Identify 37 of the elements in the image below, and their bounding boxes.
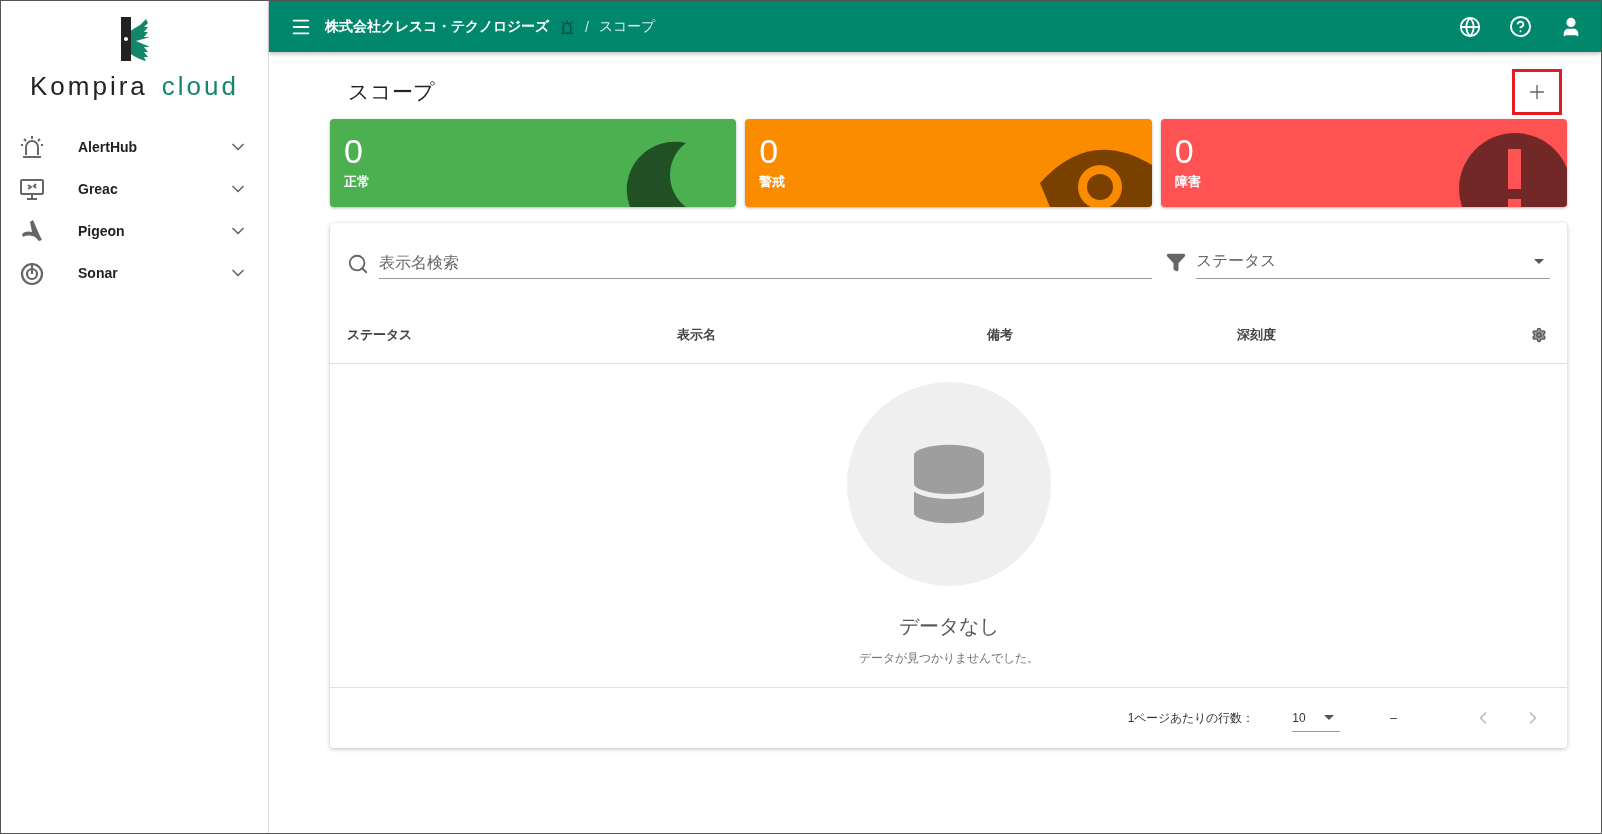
globe-icon (1459, 15, 1481, 38)
breadcrumb-separator: / (585, 18, 589, 35)
status-select[interactable]: ステータス (1196, 245, 1550, 279)
rows-per-page-label: 1ページあたりの行数： (1127, 709, 1255, 727)
breadcrumb-item: スコープ (598, 17, 655, 36)
sidebar-item[interactable]: Pigeon (1, 210, 268, 252)
column-header: ステータス (347, 326, 413, 344)
siren-icon (19, 134, 45, 160)
wing-icon (19, 218, 45, 244)
empty-title: データなし (898, 614, 999, 639)
rows-per-page-select[interactable]: 10 (1292, 704, 1341, 732)
page-range: – (1390, 711, 1397, 725)
empty-message: データが見つかりませんでした。 (858, 650, 1039, 667)
add-button[interactable] (1512, 68, 1562, 115)
filter-icon (1166, 252, 1186, 272)
siren-icon (559, 18, 575, 35)
breadcrumb-item[interactable]: 株式会社クレスコ・テクノロジーズ (325, 17, 549, 36)
status-label: 障害 (1174, 173, 1202, 191)
monitor-icon (19, 176, 45, 202)
column-header: 表示名 (677, 326, 717, 344)
help-icon (1509, 15, 1532, 38)
column-header: 深刻度 (1237, 326, 1277, 344)
column-header: 備考 (987, 326, 1014, 344)
status-count: 0 (1174, 133, 1195, 169)
sidebar-item[interactable]: Sonar (1, 252, 268, 294)
sidebar-item[interactable]: AlertHub (1, 126, 268, 168)
sidebar-item[interactable]: Greac (1, 168, 268, 210)
status-label: 正常 (344, 173, 371, 191)
settings-icon[interactable] (1531, 327, 1547, 343)
sonar-icon (19, 260, 45, 286)
logo-text: cloud (161, 71, 239, 102)
page-title: スコープ (348, 78, 435, 105)
logo-text: Kompira (30, 71, 148, 102)
status-count: 0 (759, 133, 780, 169)
search-icon (347, 252, 369, 275)
status-label: 警戒 (759, 173, 787, 191)
status-count: 0 (344, 133, 364, 169)
